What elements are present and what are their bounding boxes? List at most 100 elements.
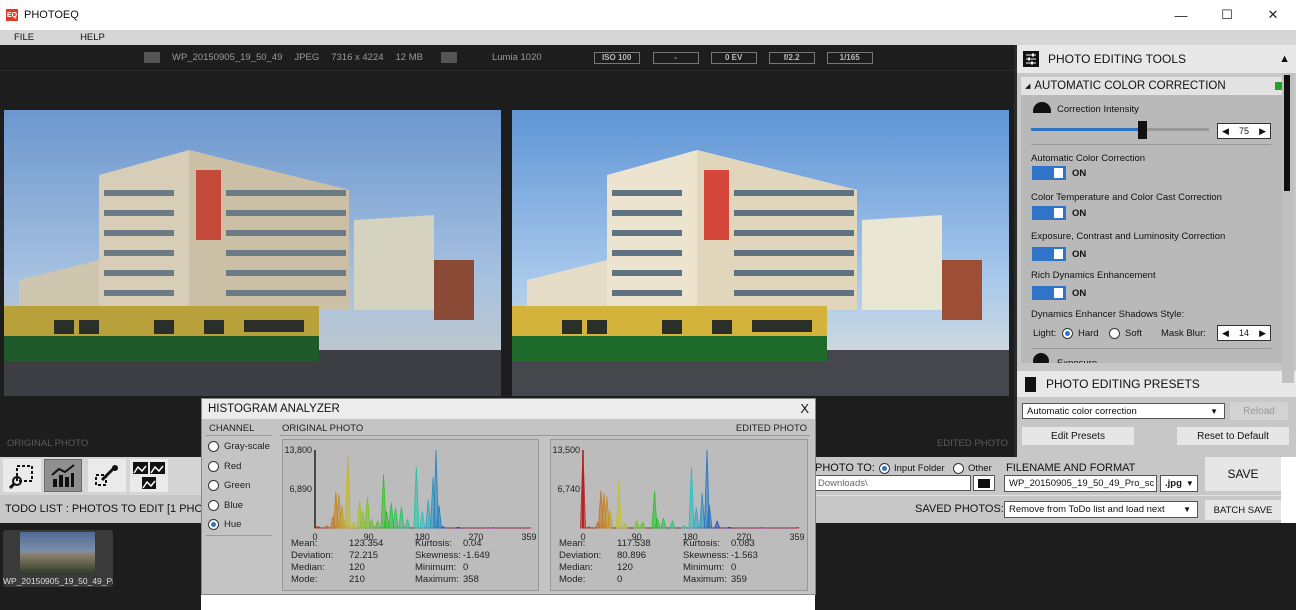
channel-radio-gray-scale[interactable] [208, 441, 219, 452]
menu-help[interactable]: HELP [56, 32, 105, 43]
histogram-bin [680, 525, 688, 529]
input-folder-radio[interactable] [879, 463, 890, 474]
saved-photos-value: Remove from ToDo list and load next [1009, 504, 1165, 515]
original-photo[interactable] [4, 110, 501, 396]
preset-value: Automatic color correction [1027, 405, 1137, 417]
filename-input[interactable]: WP_20150905_19_50_49_Pro_sc [1004, 475, 1157, 492]
histogram-bin [580, 449, 586, 529]
save-button[interactable]: SAVE [1205, 457, 1281, 491]
other-folder-radio[interactable] [953, 463, 964, 474]
reload-button[interactable]: Reload [1230, 402, 1288, 420]
toggle-switch[interactable] [1032, 206, 1066, 220]
collapse-icon[interactable]: ▲ [1279, 53, 1290, 65]
increment-icon[interactable]: ▶ [1259, 126, 1266, 137]
stat-label: Minimum: [415, 562, 457, 573]
panel-scrollbar[interactable] [1282, 73, 1294, 383]
edited-photo[interactable] [512, 110, 1009, 396]
scrollbar-thumb[interactable] [1284, 75, 1290, 191]
camera-icon [440, 52, 457, 63]
rich-dynamics-toggle[interactable]: ON [1032, 286, 1086, 300]
channel-radio-blue[interactable] [208, 499, 219, 511]
stat-value: -1.563 [731, 550, 758, 561]
decrement-icon[interactable]: ◀ [1222, 126, 1229, 137]
color-temp-toggle[interactable]: ON [1032, 206, 1086, 220]
channel-radio-hue[interactable] [208, 519, 219, 530]
minimize-button[interactable]: — [1158, 0, 1204, 30]
channel-radio-red[interactable] [208, 460, 219, 472]
browse-folder-button[interactable] [973, 475, 995, 491]
histogram-bin [586, 526, 592, 529]
x-tick-label: 359 [521, 532, 536, 540]
edit-presets-button[interactable]: Edit Presets [1022, 427, 1134, 445]
stat-value: 0 [617, 574, 623, 585]
stat-label: Median: [291, 562, 325, 573]
mask-blur-value: 14 [1238, 328, 1249, 338]
y-tick-label: 13,800 [284, 445, 312, 455]
histogram-bin [633, 519, 640, 529]
soft-radio[interactable] [1109, 328, 1120, 339]
mask-blur-spinner[interactable]: ◀ 14 ▶ [1217, 325, 1271, 341]
histogram-title-bar[interactable]: HISTOGRAM ANALYZER X [202, 399, 815, 419]
toggle-label: Exposure, Contrast and Luminosity Correc… [1031, 231, 1226, 242]
image-icon [144, 52, 160, 63]
auto-color-section-header[interactable]: ◢ AUTOMATIC COLOR CORRECTION [1021, 77, 1288, 95]
histogram-bin [323, 525, 331, 529]
toggle-switch[interactable] [1032, 166, 1066, 180]
app-title: PHOTOEQ [24, 9, 79, 21]
saved-photos-label: SAVED PHOTOS: [915, 503, 1004, 515]
correction-intensity-label: Correction Intensity [1057, 104, 1139, 115]
hard-radio[interactable] [1062, 328, 1073, 339]
histogram-bin [364, 496, 371, 529]
output-path-input[interactable]: Downloads\ [813, 475, 971, 491]
histogram-bin [688, 467, 695, 529]
auto-color-section-title: AUTOMATIC COLOR CORRECTION [1034, 80, 1226, 92]
toggle-state: ON [1072, 207, 1087, 219]
app-logo-icon: EQ [6, 9, 18, 21]
crop-zoom-tool-button[interactable] [3, 459, 41, 492]
batch-save-button[interactable]: BATCH SAVE [1205, 500, 1281, 520]
maximize-button[interactable]: ☐ [1204, 0, 1250, 30]
toggle-label: Color Temperature and Color Cast Correct… [1031, 192, 1222, 203]
close-window-button[interactable]: ✕ [1250, 0, 1296, 30]
stat-value: 0 [463, 562, 469, 573]
intensity-spinner[interactable]: ◀ 75 ▶ [1217, 123, 1271, 139]
slider-fill [1031, 128, 1138, 131]
intensity-slider[interactable] [1031, 121, 1209, 139]
menu-file[interactable]: FILE [0, 32, 34, 43]
exif-iso: ISO 100 [593, 51, 640, 64]
folder-icon [978, 478, 990, 488]
auto-color-section-body: Correction Intensity ◀ 75 ▶ Automatic Co… [1021, 95, 1288, 363]
preset-select[interactable]: Automatic color correction ▼ [1022, 403, 1225, 419]
auto-color-toggle[interactable]: ON [1032, 166, 1086, 180]
editing-tools-header[interactable]: PHOTO EDITING TOOLS ▲ [1017, 45, 1296, 73]
todo-thumbnail[interactable]: WP_20150905_19_50_49_Pr... [3, 530, 113, 587]
histogram-bin [398, 506, 405, 529]
increment-icon[interactable]: ▶ [1259, 328, 1266, 339]
toggle-switch[interactable] [1032, 247, 1066, 261]
stat-value: 80.896 [617, 550, 647, 561]
decrement-icon[interactable]: ◀ [1222, 328, 1229, 339]
format-select[interactable]: .jpg ▼ [1160, 475, 1198, 492]
channel-radio-green[interactable] [208, 480, 219, 491]
histogram-bin [404, 518, 411, 529]
divider [1031, 348, 1271, 349]
presets-title: PHOTO EDITING PRESETS [1046, 377, 1200, 391]
toggle-state: ON [1072, 248, 1087, 260]
sliders-icon [1023, 51, 1039, 67]
presets-header[interactable]: PHOTO EDITING PRESETS [1017, 371, 1296, 397]
histogram-tool-button[interactable] [44, 459, 82, 492]
slider-thumb[interactable] [1137, 121, 1147, 139]
stat-value: -1.649 [463, 550, 490, 561]
exposure-contrast-toggle[interactable]: ON [1032, 247, 1086, 261]
color-picker-tool-button[interactable] [88, 459, 126, 492]
reset-default-button[interactable]: Reset to Default [1177, 427, 1289, 445]
toggle-switch[interactable] [1032, 286, 1066, 300]
shadows-style-label: Dynamics Enhancer Shadows Style: [1031, 309, 1185, 320]
toggle-state: ON [1072, 287, 1087, 299]
saved-photos-select[interactable]: Remove from ToDo list and load next ▼ [1004, 501, 1198, 518]
view-mode-tool-button[interactable] [130, 459, 168, 492]
close-icon[interactable]: X [800, 401, 809, 416]
bottom-right-area [815, 523, 1296, 610]
stat-label: Skewness: [683, 550, 729, 561]
histogram-bin [413, 466, 420, 529]
